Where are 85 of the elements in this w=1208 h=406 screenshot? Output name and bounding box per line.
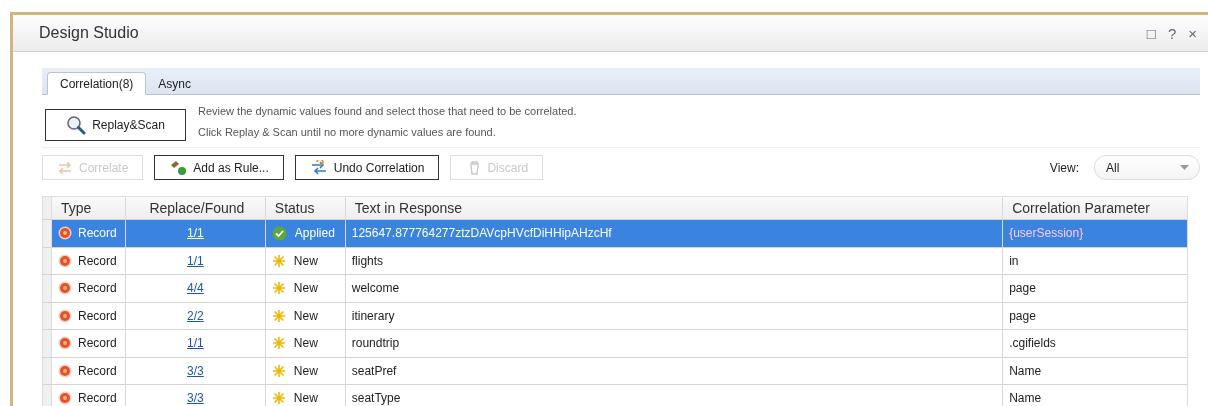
record-icon	[58, 308, 72, 323]
table-cell-text: Name	[1008, 390, 1043, 406]
view-dropdown[interactable]: All	[1094, 155, 1200, 180]
type-text: Record	[78, 391, 117, 406]
replay-scan-button[interactable]: Replay&Scan	[45, 109, 186, 141]
table-cell-text: in	[1008, 252, 1020, 270]
search-icon	[66, 115, 87, 135]
status-text: Applied	[294, 226, 335, 241]
column-header[interactable]: Replace/Found	[125, 197, 266, 219]
record-icon	[58, 253, 72, 268]
found-link[interactable]: 3/3	[187, 391, 204, 406]
sparkle-icon	[271, 253, 286, 268]
status-text: New	[293, 253, 318, 268]
table-row[interactable]: Record 4/4 New welcome page	[43, 275, 1187, 303]
status-text: New	[293, 281, 318, 296]
record-icon	[58, 226, 72, 241]
status-text: New	[293, 363, 318, 378]
maximize-button[interactable]: □	[1141, 24, 1161, 42]
undo-button[interactable]: Undo Correlation	[294, 155, 440, 180]
type-text: Record	[78, 226, 117, 241]
sparkle-icon	[271, 391, 286, 406]
status-text: New	[293, 336, 318, 351]
record-icon	[58, 391, 72, 406]
view-label: View:	[1049, 160, 1079, 175]
row-header[interactable]	[43, 247, 52, 274]
sparkle-icon	[271, 363, 286, 378]
table-cell: roundtrip	[345, 330, 1004, 357]
column-header[interactable]: Text in Response	[345, 197, 1004, 219]
table-row[interactable]: Record 1/1 Applied 125647.877764277ztzDAVcpHVcfDiHHipAHzcHf {userSession}	[43, 220, 1187, 248]
column-header[interactable]: Type	[52, 197, 126, 219]
help-button[interactable]: ?	[1162, 24, 1182, 42]
found-link[interactable]: 2/2	[187, 308, 204, 323]
row-header[interactable]	[43, 330, 52, 357]
record-icon	[58, 363, 72, 378]
table-cell-text: page	[1008, 280, 1037, 298]
sparkle-icon	[271, 308, 286, 323]
record-icon	[58, 281, 72, 296]
row-header[interactable]	[43, 385, 52, 406]
found-link[interactable]: 1/1	[187, 336, 204, 351]
table-row[interactable]: Record 1/1 New flights in	[43, 247, 1187, 275]
table-cell: seatType	[345, 385, 1004, 406]
table-cell-text: page	[1008, 307, 1037, 325]
hint-text: Click Replay & Scan until no more dynamic values are found.	[198, 126, 497, 138]
found-link[interactable]: 4/4	[187, 281, 204, 296]
status-text: New	[293, 391, 318, 406]
table-row[interactable]: Record 3/3 New seatPref Name	[43, 357, 1187, 385]
row-header[interactable]	[43, 357, 52, 384]
hint-text: Review the dynamic values found and select those that need to be correlated.	[198, 105, 577, 117]
record-icon	[58, 336, 72, 351]
tab[interactable]: Async	[146, 72, 204, 95]
table-cell: itinerary	[345, 302, 1004, 329]
sparkle-icon	[271, 336, 286, 351]
window-title: Design Studio	[39, 24, 139, 42]
status-text: New	[293, 308, 318, 323]
close-button[interactable]: ×	[1183, 24, 1202, 42]
rule-button[interactable]: Add as Rule...	[154, 155, 284, 180]
type-text: Record	[78, 253, 117, 268]
type-text: Record	[78, 336, 117, 351]
row-header[interactable]	[43, 220, 52, 247]
type-text: Record	[78, 308, 117, 323]
table-cell-text: .cgifields	[1008, 335, 1057, 353]
type-text: Record	[78, 363, 117, 378]
table-cell-text: {userSession}	[1008, 225, 1085, 243]
table-cell: 125647.877764277ztzDAVcpHVcfDiHHipAHzcHf	[345, 220, 1004, 247]
tab[interactable]: Correlation(8)	[47, 72, 147, 95]
row-header[interactable]	[43, 302, 52, 329]
check-icon	[271, 225, 287, 241]
found-link[interactable]: 3/3	[187, 363, 204, 378]
sparkle-icon	[271, 281, 286, 296]
table-row[interactable]: Record 3/3 New seatType Name	[43, 385, 1187, 406]
table-cell: flights	[345, 247, 1004, 274]
type-text: Record	[78, 281, 117, 296]
column-header[interactable]: Correlation Parameter	[1003, 197, 1187, 219]
table-cell: seatPref	[345, 357, 1004, 384]
table-cell: welcome	[345, 275, 1004, 302]
found-link[interactable]: 1/1	[187, 253, 204, 268]
arrows-icon	[57, 160, 73, 175]
table-row[interactable]: Record 2/2 New itinerary page	[43, 302, 1187, 330]
table-cell-text: Name	[1008, 362, 1043, 380]
found-link[interactable]: 1/1	[187, 226, 204, 241]
table-row[interactable]: Record 1/1 New roundtrip .cgifields	[43, 330, 1187, 358]
undo-icon	[309, 159, 328, 176]
caret-icon	[1180, 165, 1189, 170]
column-header[interactable]: Status	[265, 197, 346, 219]
row-header[interactable]	[43, 275, 52, 302]
